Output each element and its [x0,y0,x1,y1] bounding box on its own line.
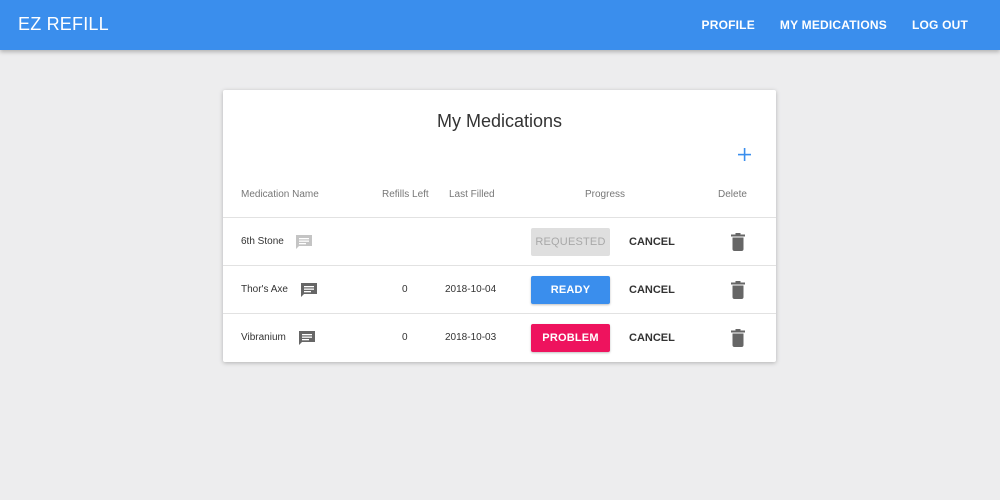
last-filled: 2018-10-04 [445,284,497,295]
medications-card: My Medications Medication Name Refills L… [223,90,776,362]
header-refills-left: Refills Left [382,189,429,200]
trash-icon[interactable] [731,281,745,299]
header-progress: Progress [585,189,626,200]
page-title: My Medications [436,111,563,131]
add-medication-button[interactable] [733,143,755,165]
table-row: Vibranium 0 2018-10-03 PROBLEM CANCEL [223,314,776,362]
app-bar: EZ REFILL PROFILE MY MEDICATIONS LOG OUT [0,0,1000,50]
refills-left: 0 [402,332,408,343]
table-header: Medication Name Refills Left Last Filled… [223,180,776,218]
status-problem-button[interactable]: PROBLEM [531,324,610,352]
top-nav: PROFILE MY MEDICATIONS LOG OUT [702,0,1000,50]
app-title[interactable]: EZ REFILL [18,14,109,35]
comment-icon[interactable] [295,234,313,250]
status-ready-button[interactable]: READY [531,276,610,304]
header-last-filled: Last Filled [449,189,495,200]
refills-left: 0 [402,284,408,295]
table-row: Thor's Axe 0 2018-10-04 READY CANCEL [223,266,776,314]
trash-icon[interactable] [731,233,745,251]
status-requested-button[interactable]: REQUESTED [531,228,610,256]
table-row: 6th Stone REQUESTED CANCEL [223,218,776,266]
header-medication-name: Medication Name [241,189,319,200]
cancel-button[interactable]: CANCEL [629,236,675,248]
last-filled: 2018-10-03 [445,332,497,343]
trash-icon[interactable] [731,329,745,347]
nav-log-out[interactable]: LOG OUT [912,18,968,32]
header-delete: Delete [718,189,747,200]
comment-icon[interactable] [300,282,318,298]
plus-icon [737,147,751,161]
medication-name: Vibranium [241,332,286,343]
medication-name: 6th Stone [241,236,284,247]
comment-icon[interactable] [298,330,316,346]
medication-name: Thor's Axe [241,284,288,295]
cancel-button[interactable]: CANCEL [629,284,675,296]
nav-profile[interactable]: PROFILE [702,18,755,32]
nav-my-medications[interactable]: MY MEDICATIONS [780,18,887,32]
cancel-button[interactable]: CANCEL [629,332,675,344]
